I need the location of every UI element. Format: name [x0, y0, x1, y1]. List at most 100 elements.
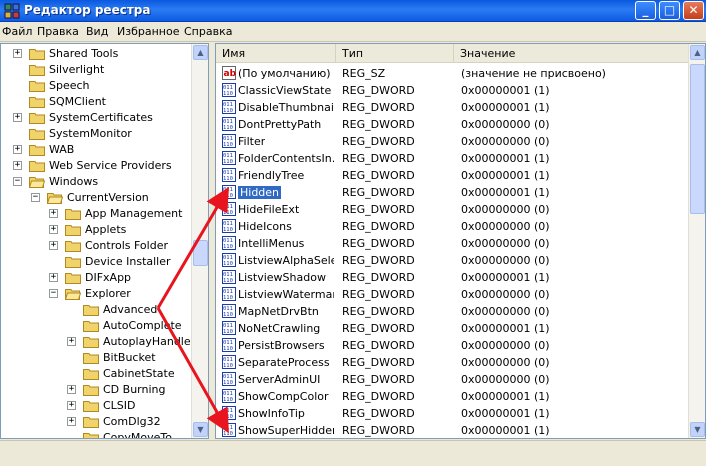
folder-icon — [29, 65, 45, 76]
registry-value-row[interactable]: ab (По умолчанию) REG_SZ (значение не присв… — [216, 65, 690, 82]
menu-file[interactable]: Файл — [2, 25, 32, 38]
tree-node-label: SystemCertificates — [49, 111, 153, 124]
registry-value-row[interactable]: 011 110 PersistBrowsers REG_DWORD 0x00000000… — [216, 337, 690, 354]
registry-value-row[interactable]: 011110DisableThumbnail... REG_DWORD 0x0000… — [216, 99, 690, 116]
registry-editor-icon — [4, 3, 20, 19]
column-header-type[interactable]: Тип — [336, 44, 454, 63]
expand-toggle[interactable]: + — [13, 113, 22, 122]
close-button[interactable]: ✕ — [683, 1, 704, 20]
expand-toggle[interactable]: + — [13, 161, 22, 170]
list-scroll-up-button[interactable]: ▲ — [690, 45, 705, 60]
collapse-toggle[interactable]: − — [49, 289, 58, 298]
registry-value-row[interactable]: 011 110 SeparateProcess REG_DWORD 0x00000000… — [216, 354, 690, 371]
collapse-toggle[interactable]: − — [13, 177, 22, 186]
value-type: REG_DWORD — [342, 152, 415, 165]
value-type: REG_DWORD — [342, 220, 415, 233]
expand-toggle[interactable]: + — [67, 417, 76, 426]
registry-value-row[interactable]: 011 110 ShowCompColor REG_DWORD 0x00000001 (… — [216, 388, 690, 405]
value-type: REG_DWORD — [342, 237, 415, 250]
dword-value-icon: 011110 — [222, 134, 236, 148]
tree-node-label: ComDlg32 — [103, 415, 161, 428]
registry-value-row[interactable]: 011 110 FriendlyTree REG_DWORD 0x00000001 (1… — [216, 167, 690, 184]
tree-node-label: CabinetState — [103, 367, 175, 380]
value-type: REG_DWORD — [342, 407, 415, 420]
dword-value-icon: 011110 — [222, 321, 236, 335]
minimize-button[interactable]: _ — [635, 1, 656, 20]
tree-scroll-down-button[interactable]: ▼ — [193, 422, 208, 437]
value-data: 0x00000001 (1) — [461, 101, 550, 114]
tree-node-label: AutoplayHandlers — [103, 335, 201, 348]
menu-view[interactable]: Вид — [86, 25, 108, 38]
value-data: (значение не присвоено) — [461, 67, 606, 80]
dword-value-icon: 011110 — [222, 423, 236, 437]
tree-scroll-up-button[interactable]: ▲ — [193, 45, 208, 60]
svg-text:110: 110 — [223, 329, 233, 335]
folder-icon — [29, 145, 45, 156]
list-scroll-down-button[interactable]: ▼ — [690, 422, 705, 437]
collapse-toggle[interactable]: − — [31, 193, 40, 202]
svg-text:110: 110 — [223, 159, 233, 165]
registry-value-row[interactable]: 011 110 ListviewWatermark REG_DWORD 0x000000… — [216, 286, 690, 303]
dword-value-icon: 011110 — [222, 304, 236, 318]
value-data: 0x00000001 (1) — [461, 271, 550, 284]
registry-value-row[interactable]: 011 110 ShowInfoTip REG_DWORD 0x00000001 (1) — [216, 405, 690, 422]
tree-scroll-thumb[interactable] — [193, 240, 208, 266]
dword-value-icon: 011110 — [222, 117, 236, 131]
registry-value-row[interactable]: 011 110 DontPrettyPath REG_DWORD 0x00000000 … — [216, 116, 690, 133]
registry-value-row[interactable]: 011 110 NoNetCrawling REG_DWORD 0x00000001 (… — [216, 320, 690, 337]
registry-value-row[interactable]: 011 110 Filter REG_DWORD 0x00000000 (0) — [216, 133, 690, 150]
dword-value-icon: 011110 — [222, 100, 236, 114]
expand-toggle[interactable]: + — [49, 209, 58, 218]
svg-text:110: 110 — [223, 414, 233, 420]
menu-help[interactable]: Справка — [184, 25, 232, 38]
status-bar — [0, 440, 706, 466]
registry-values-list[interactable]: Имя Тип Значение ab (По умолчанию) REG_SZ (… — [215, 43, 706, 439]
value-data: 0x00000001 (1) — [461, 424, 550, 437]
menu-favorites[interactable]: Избранное — [117, 25, 179, 38]
registry-value-row[interactable]: 011 110 FolderContentsIn... REG_DWORD 0x0000… — [216, 150, 690, 167]
registry-key-tree[interactable]: + Shared Tools Silverlight Speech SQMClient +… — [0, 43, 209, 439]
column-header-value[interactable]: Значение — [454, 44, 690, 63]
tree-node-label: SystemMonitor — [49, 127, 132, 140]
expand-toggle[interactable]: + — [67, 401, 76, 410]
tree-node-label: CurrentVersion — [67, 191, 149, 204]
tree-node-label: Silverlight — [49, 63, 105, 76]
folder-icon — [29, 113, 45, 124]
column-header-name[interactable]: Имя — [216, 44, 336, 63]
value-name: ServerAdminUI — [238, 373, 321, 386]
expand-toggle[interactable]: + — [49, 225, 58, 234]
expand-toggle[interactable]: + — [49, 273, 58, 282]
tree-vertical-scrollbar[interactable]: ▲ ▼ — [191, 44, 208, 438]
registry-value-row[interactable]: 011 110 HideIcons REG_DWORD 0x00000000 (0) — [216, 218, 690, 235]
expand-toggle[interactable]: + — [13, 49, 22, 58]
registry-value-row[interactable]: 011 110 ShowSuperHidden REG_DWORD 0x00000001… — [216, 422, 690, 438]
registry-value-row[interactable]: 011110ListviewAlphaSelect REG_DWORD 0x0000… — [216, 252, 690, 269]
menu-edit[interactable]: Правка — [37, 25, 79, 38]
expand-toggle[interactable]: + — [49, 241, 58, 250]
registry-value-row[interactable]: 011 110 Hidden REG_DWORD 0x00000001 (1) — [216, 184, 690, 201]
registry-value-row[interactable]: 011 110 ListviewShadow REG_DWORD 0x00000001 … — [216, 269, 690, 286]
expand-toggle[interactable]: + — [13, 145, 22, 154]
tree-node-label: CopyMoveTo — [103, 431, 172, 439]
title-bar[interactable]: Редактор реестра _ □ ✕ — [0, 0, 706, 22]
folder-icon — [83, 321, 99, 332]
registry-value-row[interactable]: 011 110 IntelliMenus REG_DWORD 0x00000000 (0… — [216, 235, 690, 252]
svg-text:110: 110 — [223, 91, 233, 97]
folder-icon — [83, 369, 99, 380]
folder-icon — [65, 257, 81, 268]
list-scroll-thumb[interactable] — [690, 64, 705, 214]
maximize-button[interactable]: □ — [659, 1, 680, 20]
registry-value-row[interactable]: 011 110 ServerAdminUI REG_DWORD 0x00000000 (… — [216, 371, 690, 388]
value-name: DisableThumbnail... — [238, 101, 334, 114]
tree-node-label: AutoComplete — [103, 319, 182, 332]
value-type: REG_DWORD — [342, 305, 415, 318]
value-name: FriendlyTree — [238, 169, 305, 182]
registry-value-row[interactable]: 011 110 HideFileExt REG_DWORD 0x00000000 (0) — [216, 201, 690, 218]
value-data: 0x00000001 (1) — [461, 407, 550, 420]
expand-toggle[interactable]: + — [67, 385, 76, 394]
registry-value-row[interactable]: 011 110 MapNetDrvBtn REG_DWORD 0x00000000 (0… — [216, 303, 690, 320]
expand-toggle[interactable]: + — [67, 337, 76, 346]
registry-value-row[interactable]: 011 110 ClassicViewState REG_DWORD 0x0000000… — [216, 82, 690, 99]
list-vertical-scrollbar[interactable]: ▲ ▼ — [688, 44, 705, 438]
tree-node-label: WAB — [49, 143, 75, 156]
